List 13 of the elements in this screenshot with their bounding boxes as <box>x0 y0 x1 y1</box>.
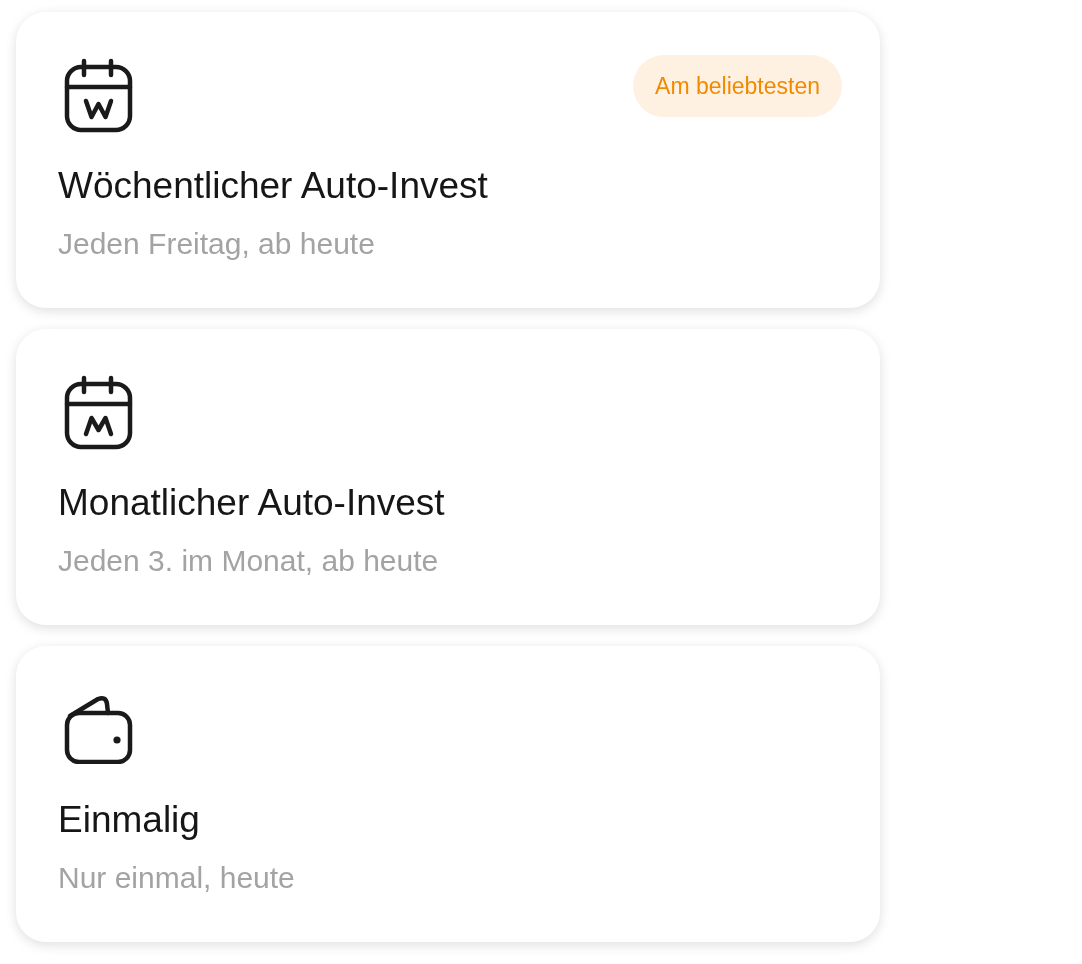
option-title: Einmalig <box>58 798 201 842</box>
wallet-icon <box>64 694 133 764</box>
monthly-calendar-icon <box>64 374 133 450</box>
option-subtitle: Jeden Freitag, ab heute <box>58 226 376 262</box>
weekly-calendar-icon <box>64 57 133 133</box>
option-card[interactable]: Monatlicher Auto-Invest Jeden 3. im Monat, ab heute <box>16 329 880 625</box>
option-subtitle: Nur einmal, heute <box>58 860 296 896</box>
popular-badge: Am beliebtesten <box>633 55 842 117</box>
option-title: Monatlicher Auto-Invest <box>58 481 446 525</box>
option-title: Wöchentlicher Auto-Invest <box>58 164 489 208</box>
option-card[interactable]: Am beliebtesten Wöchentlicher Auto-Invest Jeden Freitag, ab heute <box>16 12 880 308</box>
option-card[interactable]: Einmalig Nur einmal, heute <box>16 646 880 942</box>
option-subtitle: Jeden 3. im Monat, ab heute <box>58 543 440 579</box>
